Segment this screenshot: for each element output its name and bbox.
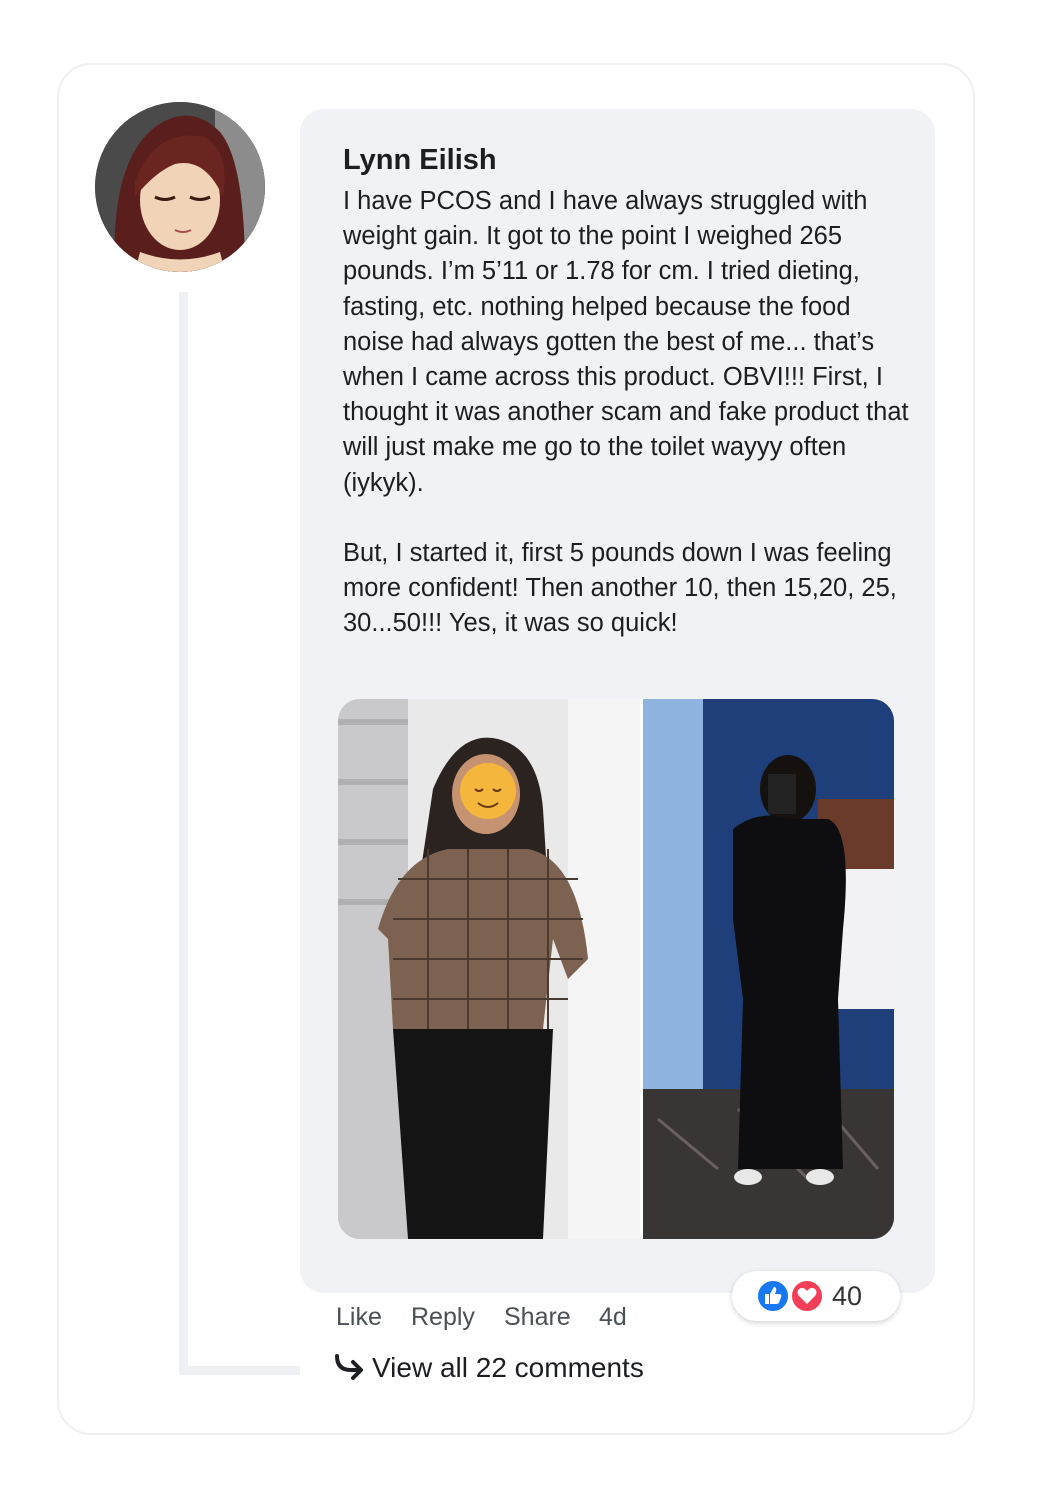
comment-text: I have PCOS and I have always struggled … bbox=[343, 184, 918, 641]
like-button[interactable]: Like bbox=[336, 1303, 382, 1332]
timestamp[interactable]: 4d bbox=[599, 1303, 627, 1332]
reaction-count: 40 bbox=[832, 1281, 863, 1311]
thread-line bbox=[179, 292, 188, 1375]
view-all-comments-link[interactable]: View all 22 comments bbox=[333, 1352, 644, 1385]
before-after-photo[interactable] bbox=[338, 699, 894, 1239]
author-name[interactable]: Lynn Eilish bbox=[343, 144, 497, 177]
thread-line-elbow bbox=[179, 1366, 300, 1375]
comment-paragraph: But, I started it, first 5 pounds down I… bbox=[343, 538, 897, 638]
view-all-label: View all 22 comments bbox=[372, 1352, 644, 1383]
reply-button[interactable]: Reply bbox=[411, 1303, 475, 1332]
comment-paragraph: I have PCOS and I have always struggled … bbox=[343, 187, 909, 497]
like-icon bbox=[756, 1279, 790, 1313]
share-button[interactable]: Share bbox=[504, 1303, 571, 1332]
heart-icon bbox=[790, 1279, 824, 1313]
reactions-badge[interactable]: 40 bbox=[732, 1271, 900, 1321]
avatar[interactable] bbox=[95, 102, 265, 272]
reply-arrow-icon bbox=[335, 1353, 363, 1380]
